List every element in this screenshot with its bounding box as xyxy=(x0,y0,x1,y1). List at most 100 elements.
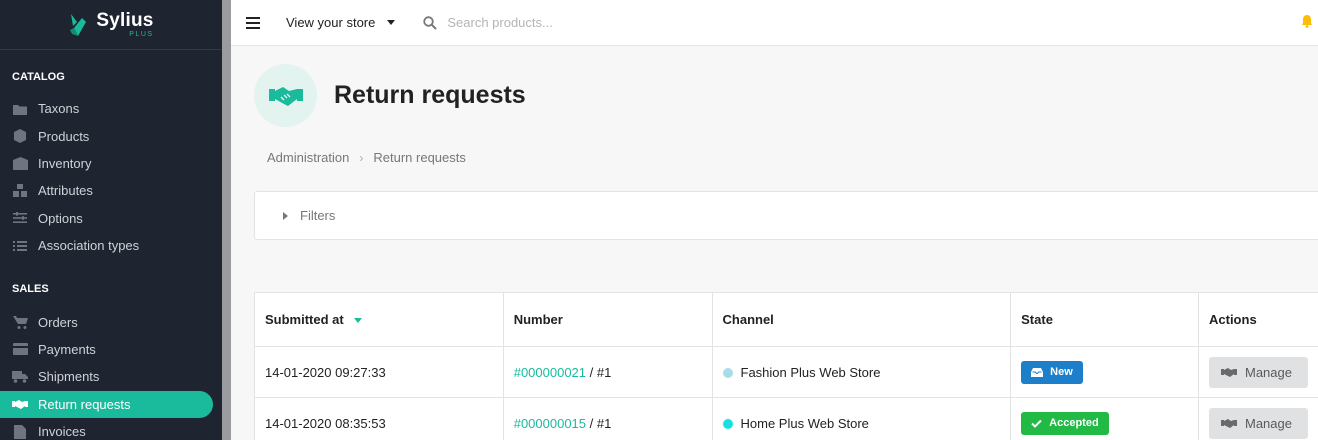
handshake-icon xyxy=(1221,367,1237,377)
channel-color-dot xyxy=(722,418,733,429)
logo[interactable]: Sylius PLUS xyxy=(0,0,222,50)
return-number: / #1 xyxy=(586,415,612,431)
column-submitted-at[interactable]: Submitted at xyxy=(254,292,504,347)
sort-down-icon xyxy=(353,318,362,324)
cart-icon xyxy=(12,315,28,329)
filters-accordion[interactable]: Filters xyxy=(254,191,1318,240)
sidebar-item-payments[interactable]: Payments xyxy=(0,336,222,363)
handshake-icon xyxy=(1221,418,1237,428)
state-cell: New xyxy=(1010,346,1199,398)
list-icon xyxy=(12,239,28,253)
sidebar-item-label: Payments xyxy=(38,341,96,357)
state-label: New xyxy=(1050,366,1073,378)
inventory-icon xyxy=(12,156,28,170)
page-header-icon xyxy=(254,64,317,127)
state-label: Accepted xyxy=(1049,417,1099,429)
number-cell: #000000021 / #1 xyxy=(503,346,713,398)
manage-label: Manage xyxy=(1245,415,1292,431)
sylius-logo-icon xyxy=(70,13,87,36)
sidebar-item-label: Invoices xyxy=(38,424,86,440)
view-store-label: View your store xyxy=(286,15,376,30)
breadcrumb-administration[interactable]: Administration xyxy=(267,150,349,165)
submitted-at-cell: 14-01-2020 09:27:33 xyxy=(254,346,504,398)
table-row: 14-01-2020 08:35:53 #000000015 / #1 Home… xyxy=(254,397,1318,440)
page-title: Return requests xyxy=(334,81,526,109)
handshake-icon xyxy=(268,86,303,106)
return-number: / #1 xyxy=(586,364,612,380)
search-icon xyxy=(423,15,438,30)
table-row: 14-01-2020 09:27:33 #000000021 / #1 Fash… xyxy=(254,346,1318,398)
file-icon xyxy=(12,424,28,439)
sidebar-item-association-types[interactable]: Association types xyxy=(0,232,222,259)
sidebar-item-label: Return requests xyxy=(38,396,131,412)
sidebar-item-label: Attributes xyxy=(38,183,93,199)
brand-name: Sylius xyxy=(96,10,154,31)
options-icon xyxy=(12,211,28,225)
actions-cell: Manage xyxy=(1198,397,1318,440)
channel-cell: Home Plus Web Store xyxy=(712,397,1012,440)
sidebar-item-label: Association types xyxy=(38,238,140,254)
sidebar-item-attributes[interactable]: Attributes xyxy=(0,177,222,204)
sidebar-item-invoices[interactable]: Invoices xyxy=(0,418,222,440)
cube-icon xyxy=(12,129,28,144)
order-link[interactable]: #000000021 xyxy=(514,365,586,380)
manage-button[interactable]: Manage xyxy=(1209,407,1308,439)
handshake-icon xyxy=(12,397,28,411)
payment-icon xyxy=(12,342,28,356)
view-store-dropdown[interactable]: View your store xyxy=(286,15,396,30)
sidebar-item-label: Taxons xyxy=(38,101,80,117)
return-requests-table: Submitted at Number Channel State Action… xyxy=(254,292,1318,440)
folder-icon xyxy=(12,102,28,116)
sidebar-item-label: Orders xyxy=(38,314,78,330)
sidebar-item-return-requests[interactable]: Return requests xyxy=(0,390,213,418)
breadcrumb: Administration › Return requests xyxy=(267,150,466,165)
check-icon xyxy=(1031,419,1042,428)
column-label: Submitted at xyxy=(265,312,344,327)
filters-label: Filters xyxy=(300,208,336,223)
chevron-down-icon xyxy=(387,20,396,25)
manage-label: Manage xyxy=(1245,364,1292,380)
sidebar-item-label: Products xyxy=(38,128,90,144)
chevron-right-icon: › xyxy=(359,150,364,165)
sidebar-item-label: Inventory xyxy=(38,155,92,171)
breadcrumb-return-requests: Return requests xyxy=(373,150,466,165)
sidebar-item-products[interactable]: Products xyxy=(0,122,222,149)
channel-color-dot xyxy=(722,367,733,378)
manage-button[interactable]: Manage xyxy=(1209,356,1308,388)
bell-icon[interactable] xyxy=(1302,15,1312,28)
brand-sub: PLUS xyxy=(129,31,154,38)
column-channel: Channel xyxy=(712,292,1012,347)
channel-cell: Fashion Plus Web Store xyxy=(712,346,1012,398)
channel-name: Home Plus Web Store xyxy=(740,415,869,431)
sidebar-edge xyxy=(222,0,231,440)
search-input[interactable] xyxy=(447,15,748,30)
inbox-icon xyxy=(1031,367,1044,377)
sidebar-item-label: Options xyxy=(38,210,83,226)
actions-cell: Manage xyxy=(1198,346,1318,398)
number-cell: #000000015 / #1 xyxy=(503,397,713,440)
order-link[interactable]: #000000015 xyxy=(514,416,586,431)
column-number: Number xyxy=(503,292,713,347)
column-actions: Actions xyxy=(1198,292,1318,347)
sidebar: Sylius PLUS CATALOG Taxons Products Inve… xyxy=(0,0,222,440)
state-badge: Accepted xyxy=(1021,411,1109,435)
sidebar-item-taxons[interactable]: Taxons xyxy=(0,95,222,122)
caret-right-icon xyxy=(283,211,288,220)
sidebar-item-inventory[interactable]: Inventory xyxy=(0,150,222,177)
sidebar-item-label: Shipments xyxy=(38,369,100,385)
menu-toggle-icon[interactable] xyxy=(246,16,260,29)
cubes-icon xyxy=(12,184,28,198)
submitted-at-cell: 14-01-2020 08:35:53 xyxy=(254,397,504,440)
table-header-row: Submitted at Number Channel State Action… xyxy=(254,292,1318,347)
sidebar-section-sales: SALES xyxy=(12,283,49,296)
sidebar-item-options[interactable]: Options xyxy=(0,205,222,232)
column-state: State xyxy=(1010,292,1199,347)
topbar: View your store xyxy=(231,0,1318,46)
search-bar xyxy=(423,15,748,30)
state-badge: New xyxy=(1021,360,1083,384)
sidebar-item-shipments[interactable]: Shipments xyxy=(0,363,222,390)
truck-icon xyxy=(12,370,28,384)
channel-name: Fashion Plus Web Store xyxy=(740,364,881,380)
sidebar-item-orders[interactable]: Orders xyxy=(0,308,222,335)
sidebar-section-catalog: CATALOG xyxy=(12,71,65,83)
